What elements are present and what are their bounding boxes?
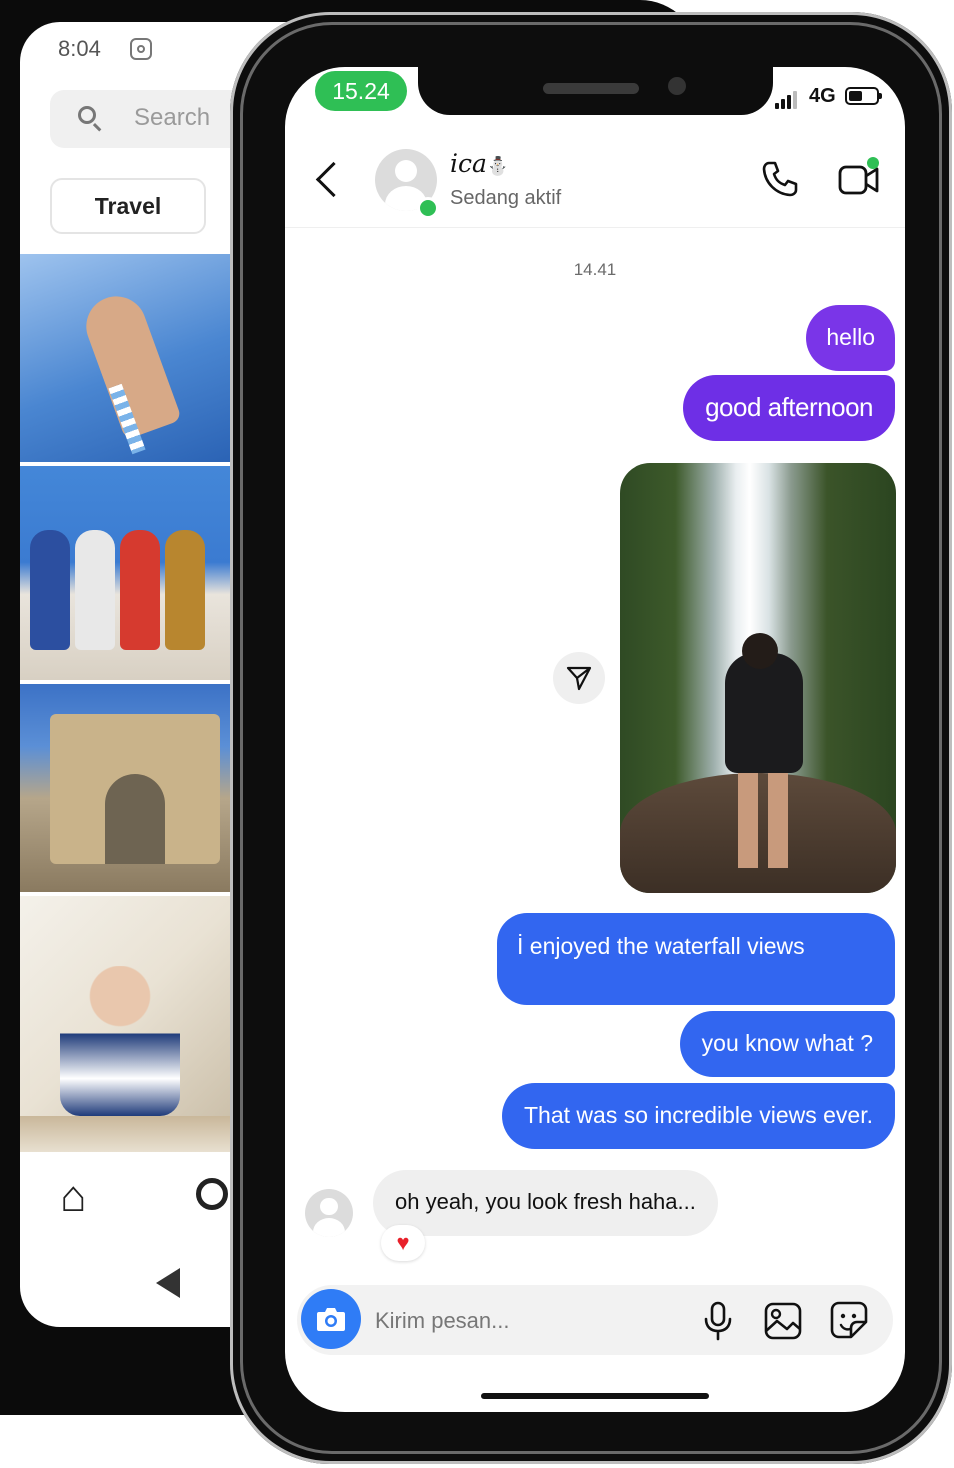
arch-figure — [50, 714, 220, 864]
category-chip[interactable]: Travel — [50, 178, 206, 234]
sent-message[interactable]: hello — [806, 305, 895, 371]
sent-message[interactable]: That was so incredible views ever. — [502, 1083, 895, 1149]
contact-name-text: ica — [450, 149, 487, 178]
message-composer — [297, 1285, 893, 1355]
contact-name[interactable]: ica⛄ — [450, 149, 509, 178]
explore-tile-partial[interactable] — [20, 1116, 240, 1152]
message-input[interactable] — [373, 1295, 677, 1347]
send-icon — [566, 666, 592, 691]
chat-header: ica⛄ Sedang aktif — [285, 127, 905, 228]
sticker-icon[interactable] — [829, 1300, 869, 1340]
battery-icon — [845, 87, 882, 105]
back-arrow-icon[interactable] — [315, 161, 352, 198]
chat-screen: 15.24 4G ica⛄ Sedang aktif 14.41 hello g… — [285, 67, 905, 1412]
phone-call-icon[interactable] — [760, 159, 800, 199]
woman-figure — [60, 966, 180, 1116]
front-phone: 15.24 4G ica⛄ Sedang aktif 14.41 hello g… — [230, 12, 952, 1464]
share-button[interactable] — [553, 652, 605, 704]
received-message[interactable]: oh yeah, you look fresh haha... — [373, 1170, 718, 1236]
microphone-icon[interactable] — [701, 1301, 735, 1341]
camera-icon — [317, 1308, 345, 1331]
status-time: 15.24 — [315, 71, 407, 111]
sender-avatar[interactable] — [305, 1189, 353, 1237]
person-figure — [75, 530, 115, 650]
back-search-placeholder: Search — [134, 104, 211, 131]
contact-name-emoji: ⛄ — [486, 156, 510, 177]
sent-message[interactable]: you know what ? — [679, 1011, 895, 1077]
speaker-grille — [543, 83, 639, 94]
online-indicator — [417, 197, 439, 219]
home-indicator — [481, 1393, 709, 1399]
person-head-figure — [742, 633, 778, 669]
explore-tile-group[interactable] — [20, 466, 240, 680]
front-camera — [668, 77, 686, 95]
home-icon[interactable]: ⌂ — [60, 1172, 87, 1222]
sent-message[interactable]: İ enjoyed the waterfall views — [497, 913, 895, 1005]
person-figure — [120, 530, 160, 650]
contact-status: Sedang aktif — [450, 187, 562, 209]
notch — [418, 67, 773, 115]
sent-message[interactable]: good afternoon — [683, 375, 895, 441]
network-label: 4G — [809, 85, 836, 107]
heart-reaction[interactable]: ♥ — [381, 1225, 425, 1261]
sent-photo-waterfall[interactable] — [620, 463, 896, 893]
person-figure — [30, 530, 70, 650]
camera-button[interactable] — [301, 1289, 361, 1349]
person-legs-figure — [738, 768, 788, 868]
explore-tile-woman[interactable] — [20, 896, 240, 1116]
back-nav-icon[interactable] — [156, 1268, 180, 1298]
explore-tile-hand[interactable] — [20, 254, 240, 462]
video-active-dot — [867, 157, 879, 169]
person-figure — [165, 530, 205, 650]
gallery-icon[interactable] — [763, 1301, 803, 1341]
search-icon — [78, 106, 96, 124]
search-nav-icon[interactable] — [196, 1178, 228, 1210]
message-timestamp: 14.41 — [573, 260, 617, 279]
person-figure — [725, 653, 803, 773]
instagram-icon — [130, 38, 152, 60]
back-status-time: 8:04 — [58, 36, 101, 61]
heart-icon: ♥ — [396, 1230, 410, 1255]
explore-tile-arch[interactable] — [20, 684, 240, 892]
signal-icon — [775, 89, 803, 109]
